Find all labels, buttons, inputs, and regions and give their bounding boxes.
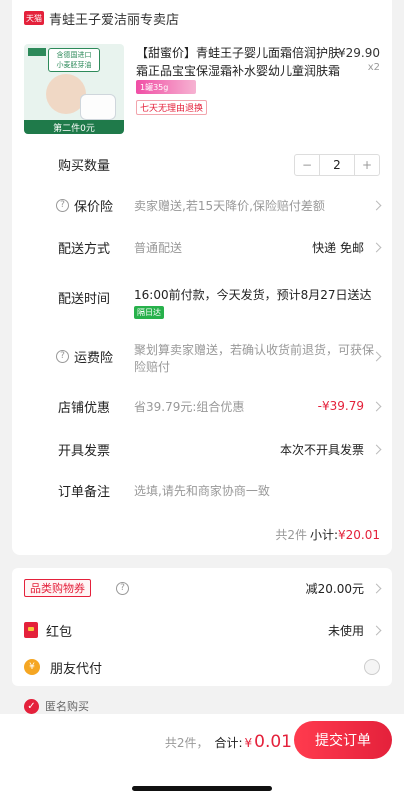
product-quantity: x2 <box>367 62 380 73</box>
plus-button[interactable]: + <box>355 155 379 175</box>
total-label: 合计: <box>214 736 243 750</box>
home-indicator[interactable] <box>132 786 272 791</box>
product-title[interactable]: 【甜蜜价】青蛙王子婴儿面霜倍润护肤霜正品宝宝保湿霜补水婴幼儿童润肤霜 <box>136 44 344 80</box>
chevron-right-icon <box>371 242 382 252</box>
red-packet-icon <box>24 622 38 638</box>
subtotal-count: 共2件 <box>275 528 307 542</box>
delivery-method-value: 普通配送 <box>134 240 183 255</box>
invoice-label: 开具发票 <box>58 443 111 459</box>
store-discount-amount: -¥39.79 <box>317 399 364 413</box>
coupon-label: 品类购物券 <box>24 579 91 597</box>
quantity-label: 购买数量 <box>58 158 111 174</box>
product-image[interactable]: 含德国进口 小麦胚芽油 第二件0元 <box>24 44 124 134</box>
red-packet-label: 红包 <box>46 624 73 640</box>
tmall-logo-icon: 天猫 <box>24 11 44 25</box>
shipping-insurance-value: 聚划算卖家赠送，若确认收货前退货，可获保险赔付 <box>134 343 375 374</box>
yen-coin-icon: ¥ <box>24 659 40 675</box>
submit-order-button[interactable]: 提交订单 <box>294 721 392 759</box>
help-icon[interactable]: ? <box>56 349 69 363</box>
chevron-right-icon <box>371 444 382 454</box>
cream-jar-icon <box>80 94 116 120</box>
total-currency: ¥ <box>244 736 253 750</box>
quantity-stepper[interactable]: − 2 + <box>294 154 380 176</box>
chevron-right-icon <box>371 583 382 593</box>
total-count: 共2件， <box>164 736 209 750</box>
next-day-badge: 隔日达 <box>134 306 164 319</box>
chevron-right-icon <box>371 200 382 210</box>
red-packet-value: 未使用 <box>327 623 364 638</box>
order-card: 天猫 青蛙王子爱洁丽专卖店 含德国进口 小麦胚芽油 第二件0元 【甜蜜价】青蛙王… <box>12 0 392 555</box>
store-header[interactable]: 天猫 青蛙王子爱洁丽专卖店 <box>24 9 179 28</box>
anonymous-label: 匿名购买 <box>45 700 89 713</box>
delivery-time-text: 16:00前付款，今天发货，预计8月27日送达 隔日达 <box>134 287 394 319</box>
minus-button[interactable]: − <box>295 155 319 175</box>
store-name[interactable]: 青蛙王子爱洁丽专卖店 <box>49 9 179 28</box>
delivery-time-label: 配送时间 <box>58 291 111 307</box>
shipping-insurance-label: 运费险 <box>74 350 114 366</box>
delivery-method-right: 快递 免邮 <box>312 240 364 255</box>
insurance-value: 卖家赠送,若15天降价,保险赔付差额 <box>134 198 325 213</box>
image-tag-line1: 含德国进口 <box>56 51 92 59</box>
image-tag-line2: 小麦胚芽油 <box>56 61 92 69</box>
image-tag: 含德国进口 小麦胚芽油 <box>48 48 100 72</box>
coupon-value: 减20.00元 <box>305 581 364 596</box>
bottom-bar: 共2件， 合计: ¥ 0.01 提交订单 <box>0 714 404 800</box>
chevron-right-icon <box>371 625 382 635</box>
invoice-value: 本次不开具发票 <box>279 442 364 457</box>
product-spec: 1罐35g <box>136 80 196 94</box>
brand-logo-icon <box>28 48 46 56</box>
subtotal: 共2件 小计:¥20.01 <box>275 526 380 543</box>
delivery-time-value: 16:00前付款，今天发货，预计8月27日送达 <box>134 288 372 302</box>
help-icon[interactable]: ? <box>116 581 129 595</box>
help-icon[interactable]: ? <box>56 198 69 212</box>
return-badge: 七天无理由退换 <box>136 100 208 115</box>
order-note-label: 订单备注 <box>58 484 111 500</box>
friend-pay-radio[interactable] <box>364 659 380 675</box>
chevron-right-icon <box>371 401 382 411</box>
order-note-input[interactable]: 选填,请先和商家协商一致 <box>134 482 270 499</box>
checkmark-icon[interactable]: ✓ <box>24 698 39 714</box>
product-price: ¥29.90 <box>338 46 380 60</box>
total-amount: 0.01 <box>254 732 292 752</box>
delivery-method-label: 配送方式 <box>58 241 111 257</box>
quantity-value[interactable]: 2 <box>319 155 355 175</box>
subtotal-label: 小计: <box>309 528 338 542</box>
insurance-label: 保价险 <box>74 199 114 215</box>
anonymous-purchase[interactable]: ✓ 匿名购买 <box>24 698 89 714</box>
store-discount-value: 省39.79元:组合优惠 <box>134 399 245 414</box>
friend-pay-label: 朋友代付 <box>50 661 103 677</box>
image-promo-strip: 第二件0元 <box>24 120 124 134</box>
store-discount-label: 店铺优惠 <box>58 400 111 416</box>
subtotal-amount: ¥20.01 <box>338 528 380 542</box>
order-total: 共2件， 合计: ¥ 0.01 <box>165 732 292 752</box>
promo-card: 品类购物券 ? 减20.00元 红包 未使用 ¥ 朋友代付 <box>12 568 392 686</box>
